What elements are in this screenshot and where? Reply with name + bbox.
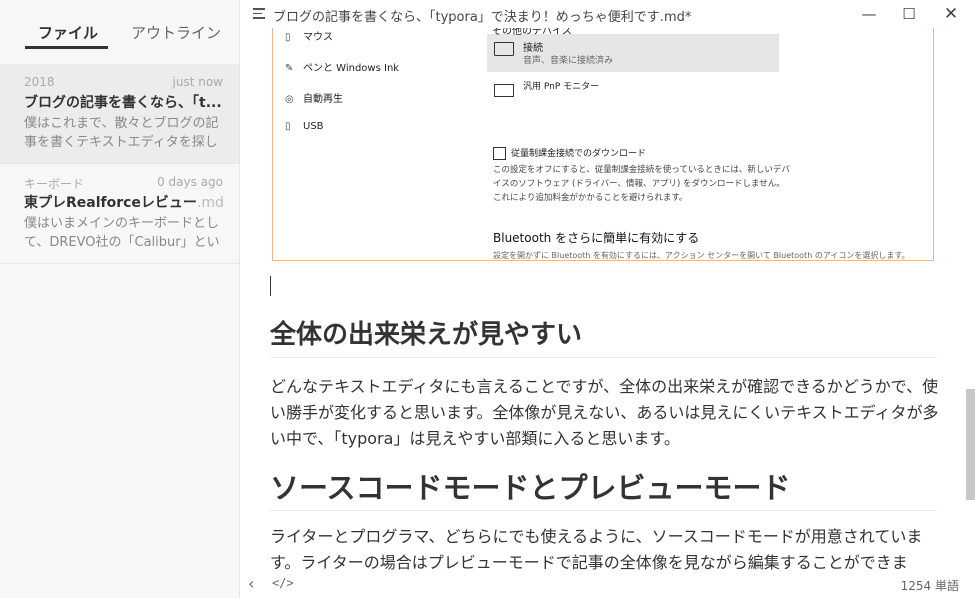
paragraph[interactable]: ライターとプログラマ、どちらにでも使えるように、ソースコードモードが用意されてい… [270,524,940,570]
usb-icon: ▯ [285,121,291,132]
file-title-text: ブログの記事を書くなら、「t... [24,95,222,111]
settings-list-label: 自動再生 [303,94,343,105]
title-bar: ブログの記事を書くなら、「typora」で決まり！めっちゃ便利です.md* — … [240,0,975,28]
settings-list-item: ✎ ペンと Windows Ink [285,59,399,74]
file-excerpt: 僕はいまメインのキーボードとして、DREVO社の「Calibur」とい [24,216,220,250]
file-item[interactable]: 2018 just now ブログの記事を書くなら、「t... 僕はこれまで、散… [0,64,239,164]
scrollbar-thumb[interactable] [966,389,975,500]
file-title: 東プレRealforceレビュー.md [24,192,224,212]
heading[interactable]: ソースコードモードとプレビューモード [270,465,791,507]
settings-list-label: マウス [303,32,333,43]
file-ext: .md [196,195,224,211]
heading-divider [270,510,937,511]
file-excerpt: 僕はこれまで、散々とブログの記事を書くテキストエディタを探し [24,116,219,150]
device-icon [494,42,514,56]
settings-list-label: ペンと Windows Ink [303,63,400,74]
bluetooth-description: 設定を開かずに Bluetooth を有効にするには、アクション センターを開い… [493,251,910,260]
source-code-mode-icon[interactable]: </> [272,576,294,590]
editor[interactable]: ▯ マウス ✎ ペンと Windows Ink ◎ 自動再生 ▯ USB その他のデバイ… [240,28,975,570]
maximize-button[interactable]: ☐ [897,4,921,24]
minimize-button[interactable]: — [857,4,881,24]
other-devices-heading: その他のデバイス [492,28,572,37]
device-status: 音声、音楽に接続済み [523,56,614,66]
metered-checkbox [493,147,506,160]
metered-checkbox-label: 従量制課金接続でのダウンロード [511,149,647,159]
metered-description: この設定をオフにすると、従量制課金接続を使っているときには、新しいデバイスのソフ… [493,165,790,203]
pen-icon: ✎ [285,63,294,74]
active-tab-indicator [25,46,108,49]
settings-list-item: ▯ マウス [285,28,333,43]
device-name: 汎用 PnP モニター [523,82,600,92]
settings-list-item: ▯ USB [285,121,324,132]
close-button[interactable]: ✕ [939,4,963,24]
file-folder: キーボード [24,177,85,191]
heading[interactable]: 全体の出来栄えが見やすい [270,314,582,351]
settings-list-item: ◎ 自動再生 [285,90,343,105]
word-count[interactable]: 1254 単語 [901,577,959,594]
heading-divider [270,357,937,358]
sidebar: ファイル アウトライン 2018 just now ブログの記事を書くなら、「t… [0,0,240,598]
settings-list-label: USB [303,121,324,132]
menu-icon[interactable] [253,6,267,20]
toggle-sidebar-icon[interactable]: ‹ [248,574,254,593]
file-time: 0 days ago [157,175,223,189]
file-item[interactable]: キーボード 0 days ago 東プレRealforceレビュー.md 僕はい… [0,164,239,264]
file-time: just now [172,75,223,89]
status-bar: ‹ </> 1254 単語 [240,570,975,598]
paragraph[interactable]: どんなテキストエディタにも言えることですが、全体の出来栄えが確認できるかどうかで… [270,374,940,452]
file-title-text: 東プレRealforceレビュー [24,195,197,211]
autoplay-icon: ◎ [285,94,294,105]
monitor-icon [494,84,514,97]
mouse-icon: ▯ [285,32,291,43]
bluetooth-heading: Bluetooth をさらに簡単に有効にする [493,231,700,245]
device-name: 接続 [523,43,543,54]
file-title: ブログの記事を書くなら、「t... [24,92,224,112]
window-title: ブログの記事を書くなら、「typora」で決まり！めっちゃ便利です.md* [273,10,692,25]
tab-files[interactable]: ファイル [38,22,98,43]
text-cursor [270,276,271,296]
file-folder: 2018 [24,75,55,89]
embedded-screenshot[interactable]: ▯ マウス ✎ ペンと Windows Ink ◎ 自動再生 ▯ USB その他のデバイ… [272,28,934,261]
sidebar-tabs: ファイル アウトライン [0,0,239,62]
tab-outline[interactable]: アウトライン [131,22,221,43]
